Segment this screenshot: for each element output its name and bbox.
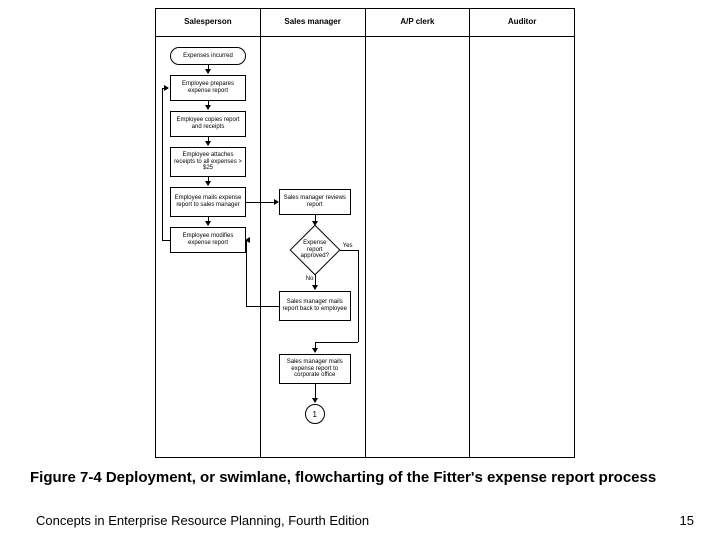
step-mail-back: Sales manager mails report back to emplo… (279, 291, 351, 321)
decision-no-label: No (306, 276, 314, 282)
lane-header-auditor: Auditor (470, 9, 574, 36)
slide: Salesperson Sales manager A/P clerk Audi… (0, 0, 720, 540)
step-mail-to-manager: Employee mails expense report to sales m… (170, 187, 246, 217)
step-prepare-report: Employee prepares expense report (170, 75, 246, 101)
lane-ap-clerk (366, 37, 471, 457)
step-manager-reviews: Sales manager reviews report (279, 189, 351, 215)
step-modify-report: Employee modifies expense report (170, 227, 246, 253)
swimlane-diagram: Salesperson Sales manager A/P clerk Audi… (155, 8, 575, 458)
figure-caption: Figure 7-4 Deployment, or swimlane, flow… (30, 468, 670, 488)
lane-headers: Salesperson Sales manager A/P clerk Audi… (156, 9, 574, 37)
start-node: Expenses incurred (170, 47, 246, 65)
lane-sales-manager: Sales manager reviews report Expense rep… (261, 37, 366, 457)
page-number: 15 (680, 513, 694, 528)
decision-approved: Expense report approved? (290, 225, 340, 275)
step-attach-receipts: Employee attaches receipts to all expens… (170, 147, 246, 177)
connector-1: 1 (305, 404, 325, 424)
lane-header-sales-manager: Sales manager (261, 9, 366, 36)
footer-text: Concepts in Enterprise Resource Planning… (36, 513, 369, 528)
lane-auditor (470, 37, 574, 457)
step-mail-to-corporate: Sales manager mails expense report to co… (279, 354, 351, 384)
decision-yes-label: Yes (343, 243, 353, 249)
step-copy-report: Employee copies report and receipts (170, 111, 246, 137)
lane-header-salesperson: Salesperson (156, 9, 261, 36)
lane-header-ap-clerk: A/P clerk (366, 9, 471, 36)
lane-bodies: Expenses incurred Employee prepares expe… (156, 37, 574, 457)
